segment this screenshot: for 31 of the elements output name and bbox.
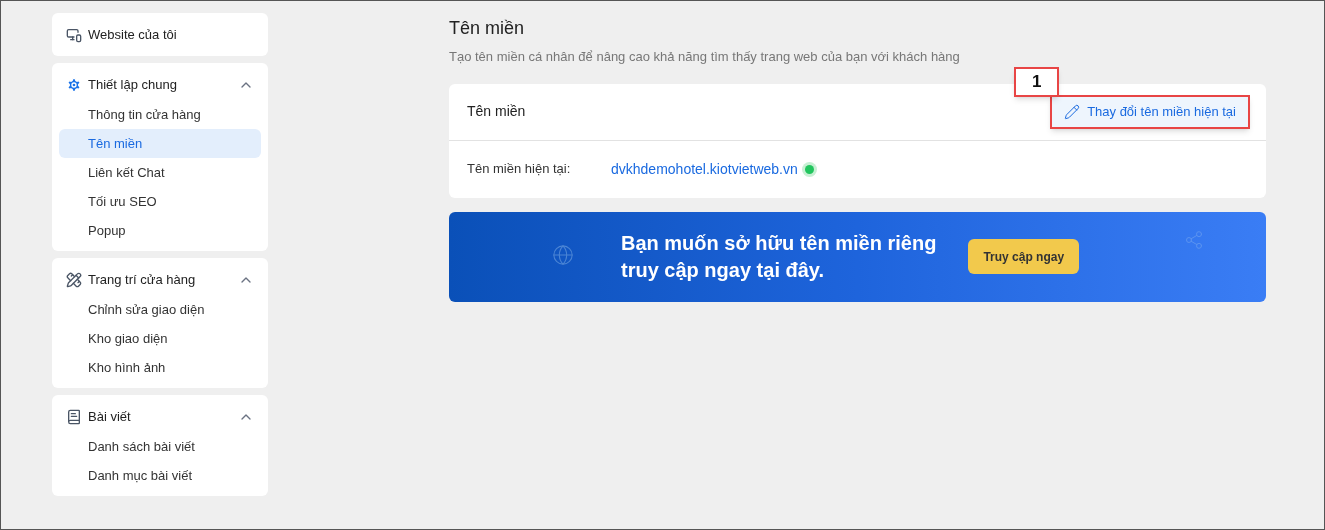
- sidebar-item[interactable]: Chỉnh sửa giao diện: [59, 295, 261, 324]
- visit-button[interactable]: Truy cập ngay: [968, 239, 1080, 274]
- domain-link[interactable]: dvkhdemohotel.kiotvietweb.vn: [611, 158, 798, 180]
- sidebar-header[interactable]: Bài viết: [59, 401, 261, 432]
- devices-icon: [66, 26, 82, 43]
- sidebar-header[interactable]: Website của tôi: [59, 19, 261, 50]
- banner-text: Bạn muốn sở hữu tên miền riêng: [621, 230, 937, 256]
- page-title: Tên miền: [449, 17, 525, 40]
- book-icon: [66, 408, 82, 425]
- sidebar-header[interactable]: Trang trí cửa hàng: [59, 264, 261, 295]
- globe-icon: [552, 243, 574, 266]
- settings-icon: [66, 76, 82, 93]
- banner-text: truy cập ngay tại đây.: [621, 257, 826, 283]
- sidebar-item[interactable]: Danh mục bài viết: [59, 461, 261, 490]
- share-icon: [1184, 229, 1204, 250]
- sidebar-item[interactable]: Tên miền: [59, 129, 261, 158]
- sidebar-item[interactable]: Danh sách bài viết: [59, 432, 261, 461]
- pencil-icon: [1064, 103, 1081, 120]
- sidebar-item[interactable]: Tối ưu SEO: [59, 187, 261, 216]
- annotation-badge: 1: [1014, 66, 1060, 97]
- sidebar-item[interactable]: Kho hình ảnh: [59, 353, 261, 382]
- page-subtitle: Tạo tên miền cá nhân để nâng cao khả năng tìm thấy trang web của bạn với khách hàng: [449, 48, 960, 66]
- sidebar-item[interactable]: Kho giao diện: [59, 324, 261, 353]
- sidebar-header[interactable]: Thiết lập chung: [59, 69, 261, 100]
- pencil-ruler-icon: [66, 271, 82, 288]
- field-label: Tên miền hiện tại:: [467, 160, 572, 179]
- sidebar-item[interactable]: Popup: [59, 216, 261, 245]
- change-domain-button[interactable]: Thay đổi tên miền hiện tại: [1050, 94, 1250, 129]
- card-title: Tên miền: [467, 102, 526, 121]
- sidebar-item[interactable]: Thông tin cửa hàng: [59, 100, 261, 129]
- sidebar-item[interactable]: Liên kết Chat: [59, 158, 261, 187]
